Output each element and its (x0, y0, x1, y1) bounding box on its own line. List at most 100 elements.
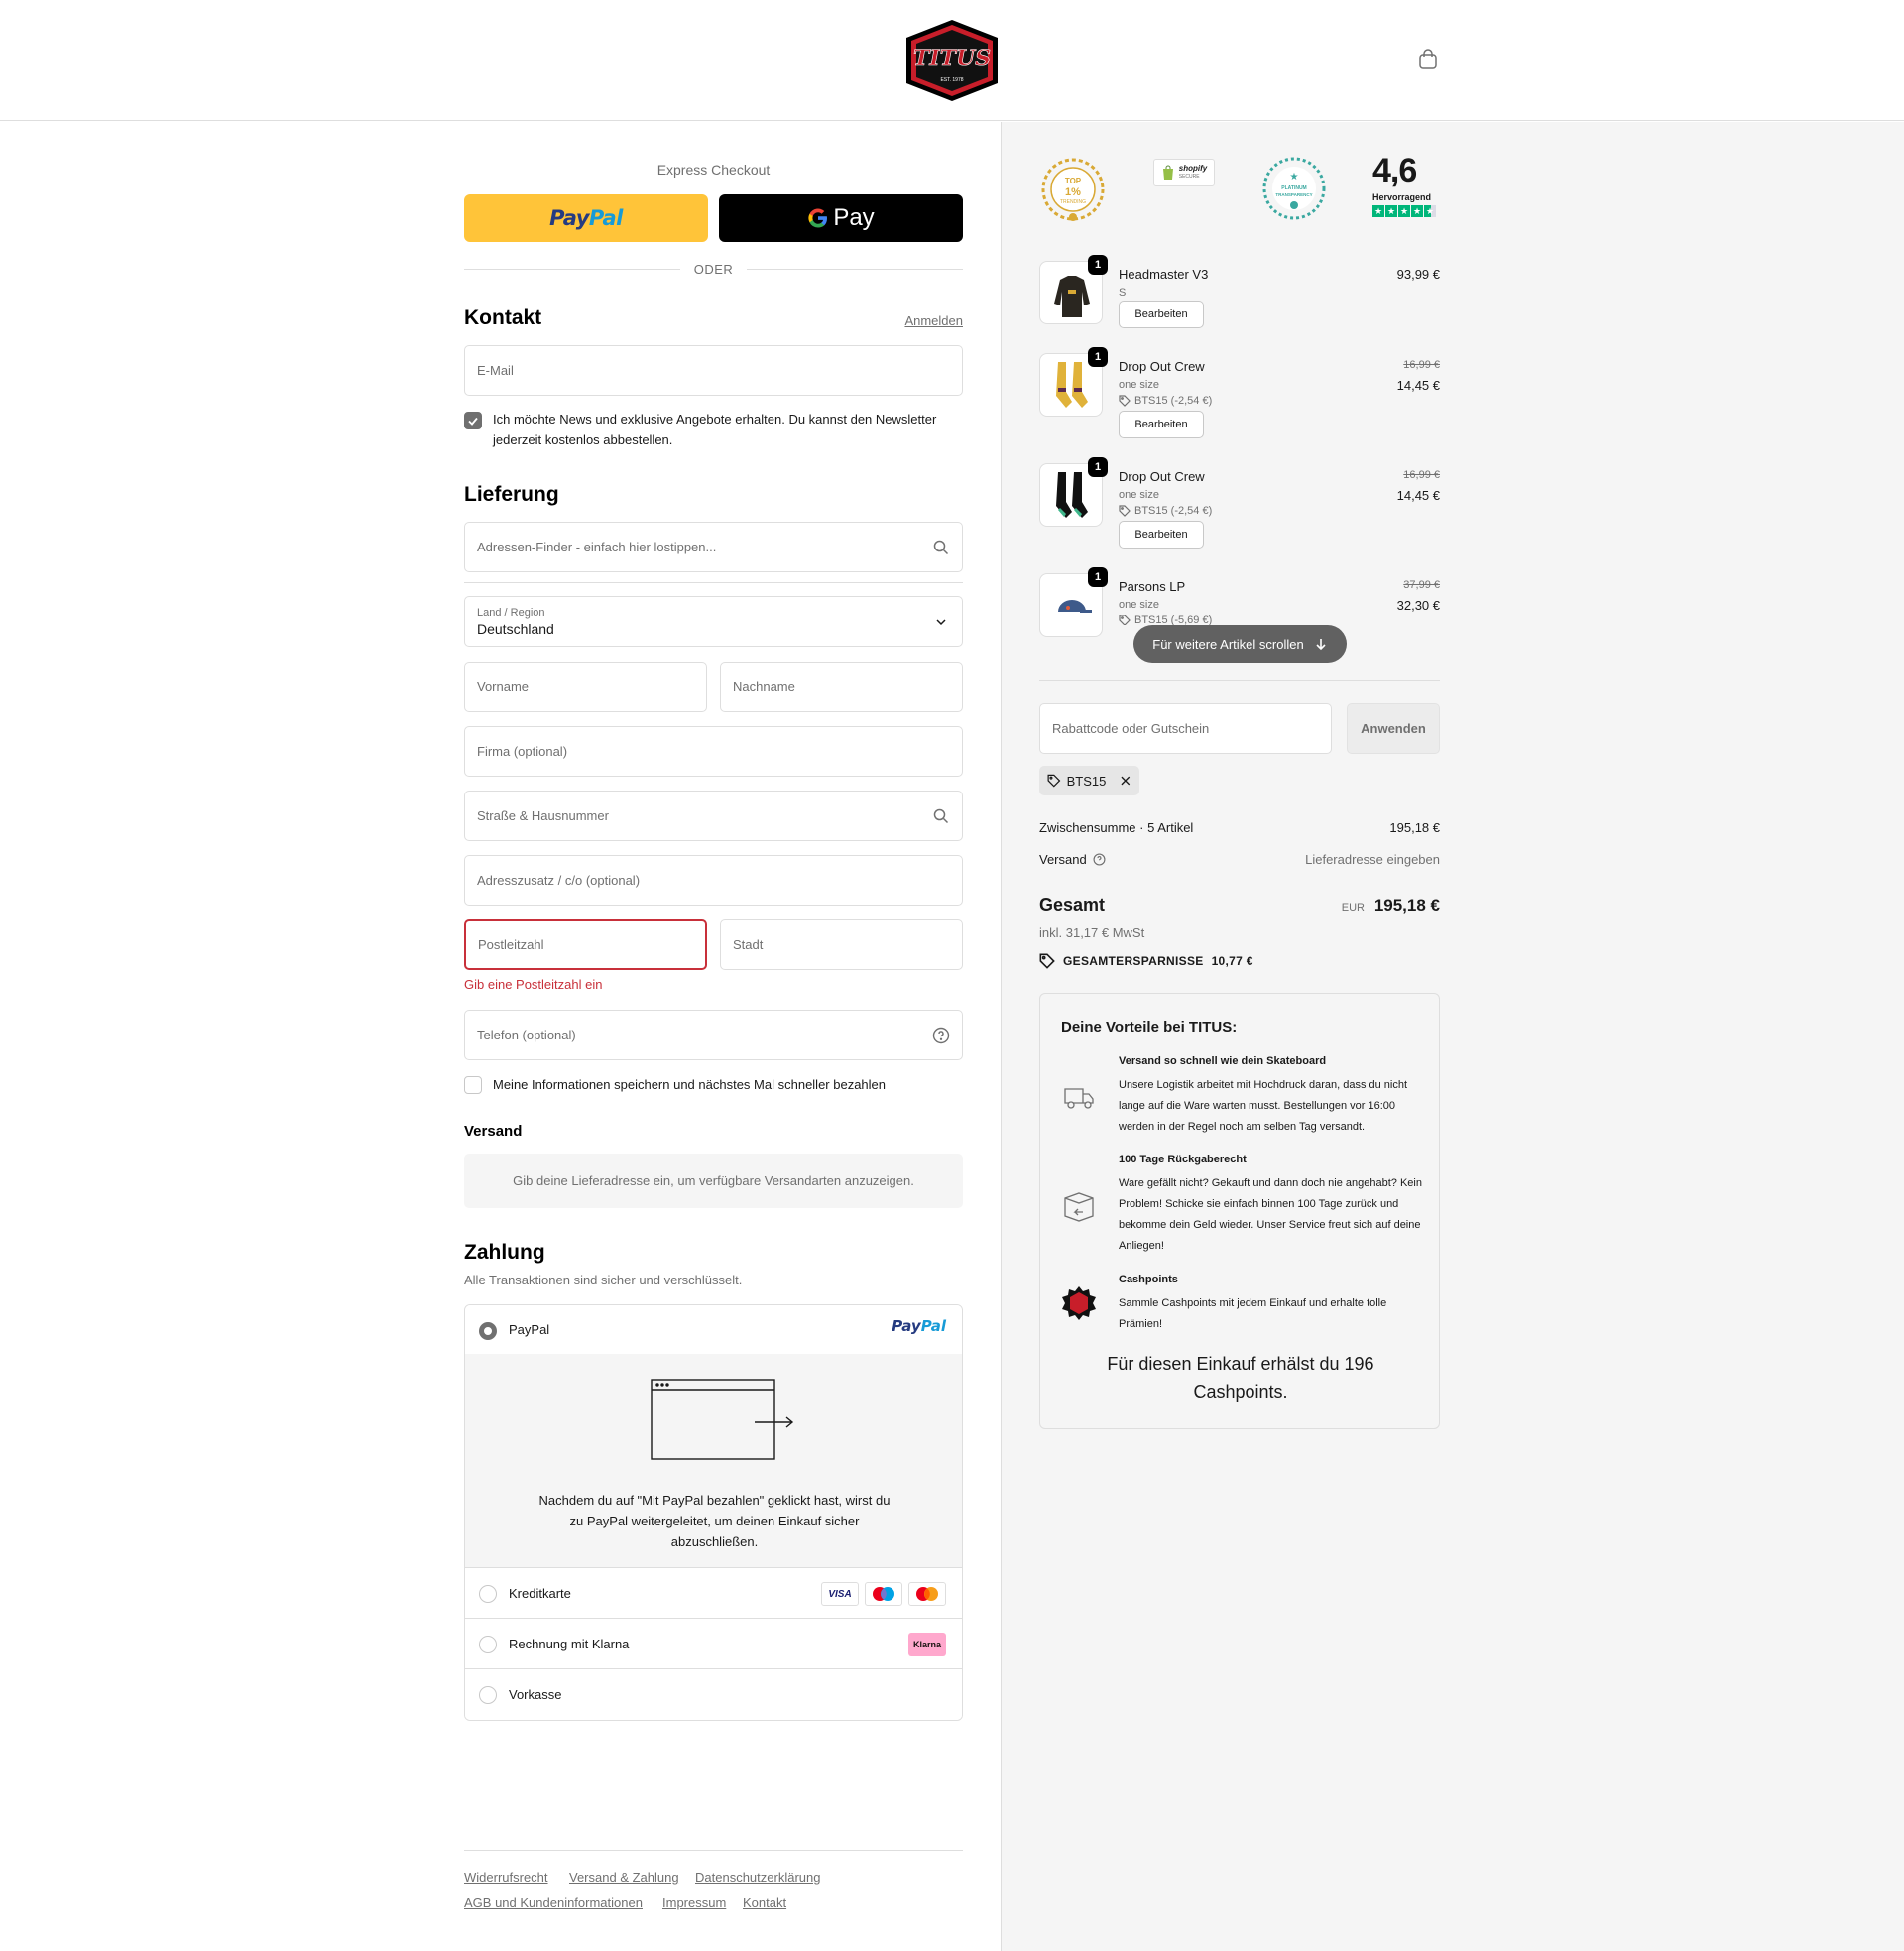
return-box-icon (1064, 1192, 1094, 1222)
total-label: Gesamt (1039, 895, 1106, 915)
star-icon: ★ (1385, 205, 1397, 217)
visa-icon: VISA (821, 1582, 859, 1606)
phone-field[interactable]: Telefon (optional) (464, 1010, 963, 1060)
express-checkout-title: Express Checkout (656, 162, 771, 178)
contact-title: Kontakt (464, 306, 542, 329)
radio-unselected[interactable] (479, 1636, 497, 1653)
save-info-checkbox[interactable] (464, 1076, 482, 1094)
search-icon (933, 808, 949, 824)
cart-item: 1 Parsons LP one size BTS15 (-5,69 €) 37… (1039, 567, 1440, 792)
shopping-bag-icon[interactable] (1416, 48, 1440, 71)
delivery-title: Lieferung (464, 483, 559, 506)
platinum-transparency-badge: ★ PLATINUM TRANSPARENCY (1262, 157, 1326, 220)
item-discount: BTS15 (-5,69 €) (1119, 615, 1212, 625)
company-field[interactable]: Firma (optional) (464, 726, 963, 777)
item-price: 14,45 € (1396, 488, 1440, 503)
tag-icon (1039, 953, 1055, 969)
help-circle-icon[interactable] (1093, 853, 1106, 866)
zip-field[interactable]: Postleitzahl (464, 919, 707, 970)
payment-option-klarna[interactable]: Rechnung mit Klarna Klarna (465, 1619, 962, 1669)
payment-option-credit-card[interactable]: Kreditkarte VISA (465, 1568, 962, 1619)
edit-item-button[interactable]: Bearbeiten (1119, 521, 1204, 549)
footer-link-contact[interactable]: Kontakt (743, 1895, 786, 1910)
radio-unselected[interactable] (479, 1585, 497, 1603)
card-badges: VISA (821, 1582, 946, 1606)
divider (464, 1850, 963, 1851)
paypal-logo: PayPal (549, 206, 623, 230)
total-value: 195,18 € (1373, 896, 1440, 915)
top-trending-badge: TOP 1% TRENDING (1041, 158, 1105, 221)
address-finder-input[interactable]: Adressen-Finder - einfach hier lostippen… (464, 522, 963, 572)
item-old-price: 16,99 € (1403, 359, 1440, 371)
footer-link-terms[interactable]: AGB und Kundeninformationen (464, 1895, 643, 1910)
login-link[interactable]: Anmelden (904, 313, 963, 328)
last-name-field[interactable]: Nachname (720, 662, 963, 712)
item-variant: one size (1119, 489, 1159, 501)
shopify-bag-icon (1162, 165, 1173, 180)
svg-text:TRENDING: TRENDING (1060, 199, 1086, 205)
radio-unselected[interactable] (479, 1686, 497, 1704)
city-field[interactable]: Stadt (720, 919, 963, 970)
paypal-express-button[interactable]: PayPal (464, 194, 708, 242)
email-field[interactable]: E-Mail (464, 345, 963, 396)
google-pay-logo: Pay (807, 204, 875, 232)
newsletter-label: Ich möchte News und exklusive Angebote e… (493, 412, 937, 447)
footer-link-privacy[interactable]: Datenschutzerklärung (695, 1870, 820, 1885)
benefit-text: Ware gefällt nicht? Gekauft und dann doc… (1119, 1177, 1422, 1252)
payment-option-prepayment[interactable]: Vorkasse (465, 1669, 962, 1720)
close-icon[interactable] (1120, 775, 1131, 787)
item-name: Drop Out Crew (1119, 469, 1205, 484)
cashpoints-summary: Für diesen Einkauf erhälst du 196 Cashpo… (1107, 1354, 1374, 1402)
shipping-row-label: Versand (1039, 852, 1106, 867)
google-pay-button[interactable]: Pay (719, 194, 963, 242)
first-name-field[interactable]: Vorname (464, 662, 707, 712)
star-icon: ★ (1411, 205, 1423, 217)
save-info-label: Meine Informationen speichern und nächst… (493, 1077, 887, 1092)
footer-link-withdrawal[interactable]: Widerrufsrecht (464, 1870, 548, 1885)
titus-logo[interactable]: TITUS EST. 1978 (900, 18, 1004, 103)
svg-text:EST. 1978: EST. 1978 (940, 77, 963, 83)
footer-link-imprint[interactable]: Impressum (662, 1895, 726, 1910)
edit-item-button[interactable]: Bearbeiten (1119, 411, 1204, 438)
item-price: 32,30 € (1396, 598, 1440, 613)
payment-option-paypal[interactable]: PayPal PayPal (465, 1305, 962, 1355)
shopify-secure-badge: shopify SECURE (1153, 159, 1215, 186)
arrow-down-icon (1316, 639, 1326, 651)
quantity-badge: 1 (1088, 567, 1108, 587)
svg-text:★: ★ (1290, 172, 1299, 183)
street-field[interactable]: Straße & Hausnummer (464, 791, 963, 841)
truck-icon (1064, 1088, 1094, 1109)
discount-code-input[interactable]: Rabattcode oder Gutschein (1039, 703, 1332, 754)
item-old-price: 16,99 € (1403, 469, 1440, 481)
applied-code-chip: BTS15 (1039, 766, 1139, 795)
paypal-logo: PayPal (892, 1317, 946, 1335)
quantity-badge: 1 (1088, 255, 1108, 275)
shipping-title: Versand (464, 1123, 523, 1140)
or-divider: ODER (464, 261, 963, 277)
address-line2-field[interactable]: Adresszusatz / c/o (optional) (464, 855, 963, 906)
newsletter-checkbox[interactable] (464, 412, 482, 429)
help-circle-icon[interactable] (932, 1027, 950, 1044)
tag-icon (1119, 395, 1130, 407)
vat-note: inkl. 31,17 € MwSt (1039, 925, 1145, 940)
apply-discount-button[interactable]: Anwenden (1347, 703, 1440, 754)
country-select[interactable]: Land / Region Deutschland (464, 596, 963, 647)
item-name: Drop Out Crew (1119, 359, 1205, 374)
scroll-more-items-button[interactable]: Für weitere Artikel scrollen (1133, 625, 1347, 663)
quantity-badge: 1 (1088, 347, 1108, 367)
header: TITUS EST. 1978 (0, 0, 1904, 121)
cashpoints-badge-icon (1062, 1286, 1096, 1320)
footer-link-shipping[interactable]: Versand & Zahlung (569, 1870, 679, 1885)
radio-selected[interactable] (479, 1322, 497, 1340)
tag-icon (1119, 505, 1130, 517)
zip-error-message: Gib eine Postleitzahl ein (464, 977, 603, 992)
item-price: 93,99 € (1396, 267, 1440, 282)
benefit-heading: Cashpoints (1119, 1274, 1178, 1285)
item-variant: one size (1119, 599, 1159, 611)
item-discount: BTS15 (-2,54 €) (1119, 505, 1212, 517)
payment-methods: PayPal PayPal Nachdem du auf "Mit PayPal… (464, 1304, 963, 1721)
edit-item-button[interactable]: Bearbeiten (1119, 301, 1204, 328)
star-icon: ★ (1398, 205, 1410, 217)
item-name: Parsons LP (1119, 579, 1186, 594)
item-name: Headmaster V3 (1119, 267, 1209, 282)
